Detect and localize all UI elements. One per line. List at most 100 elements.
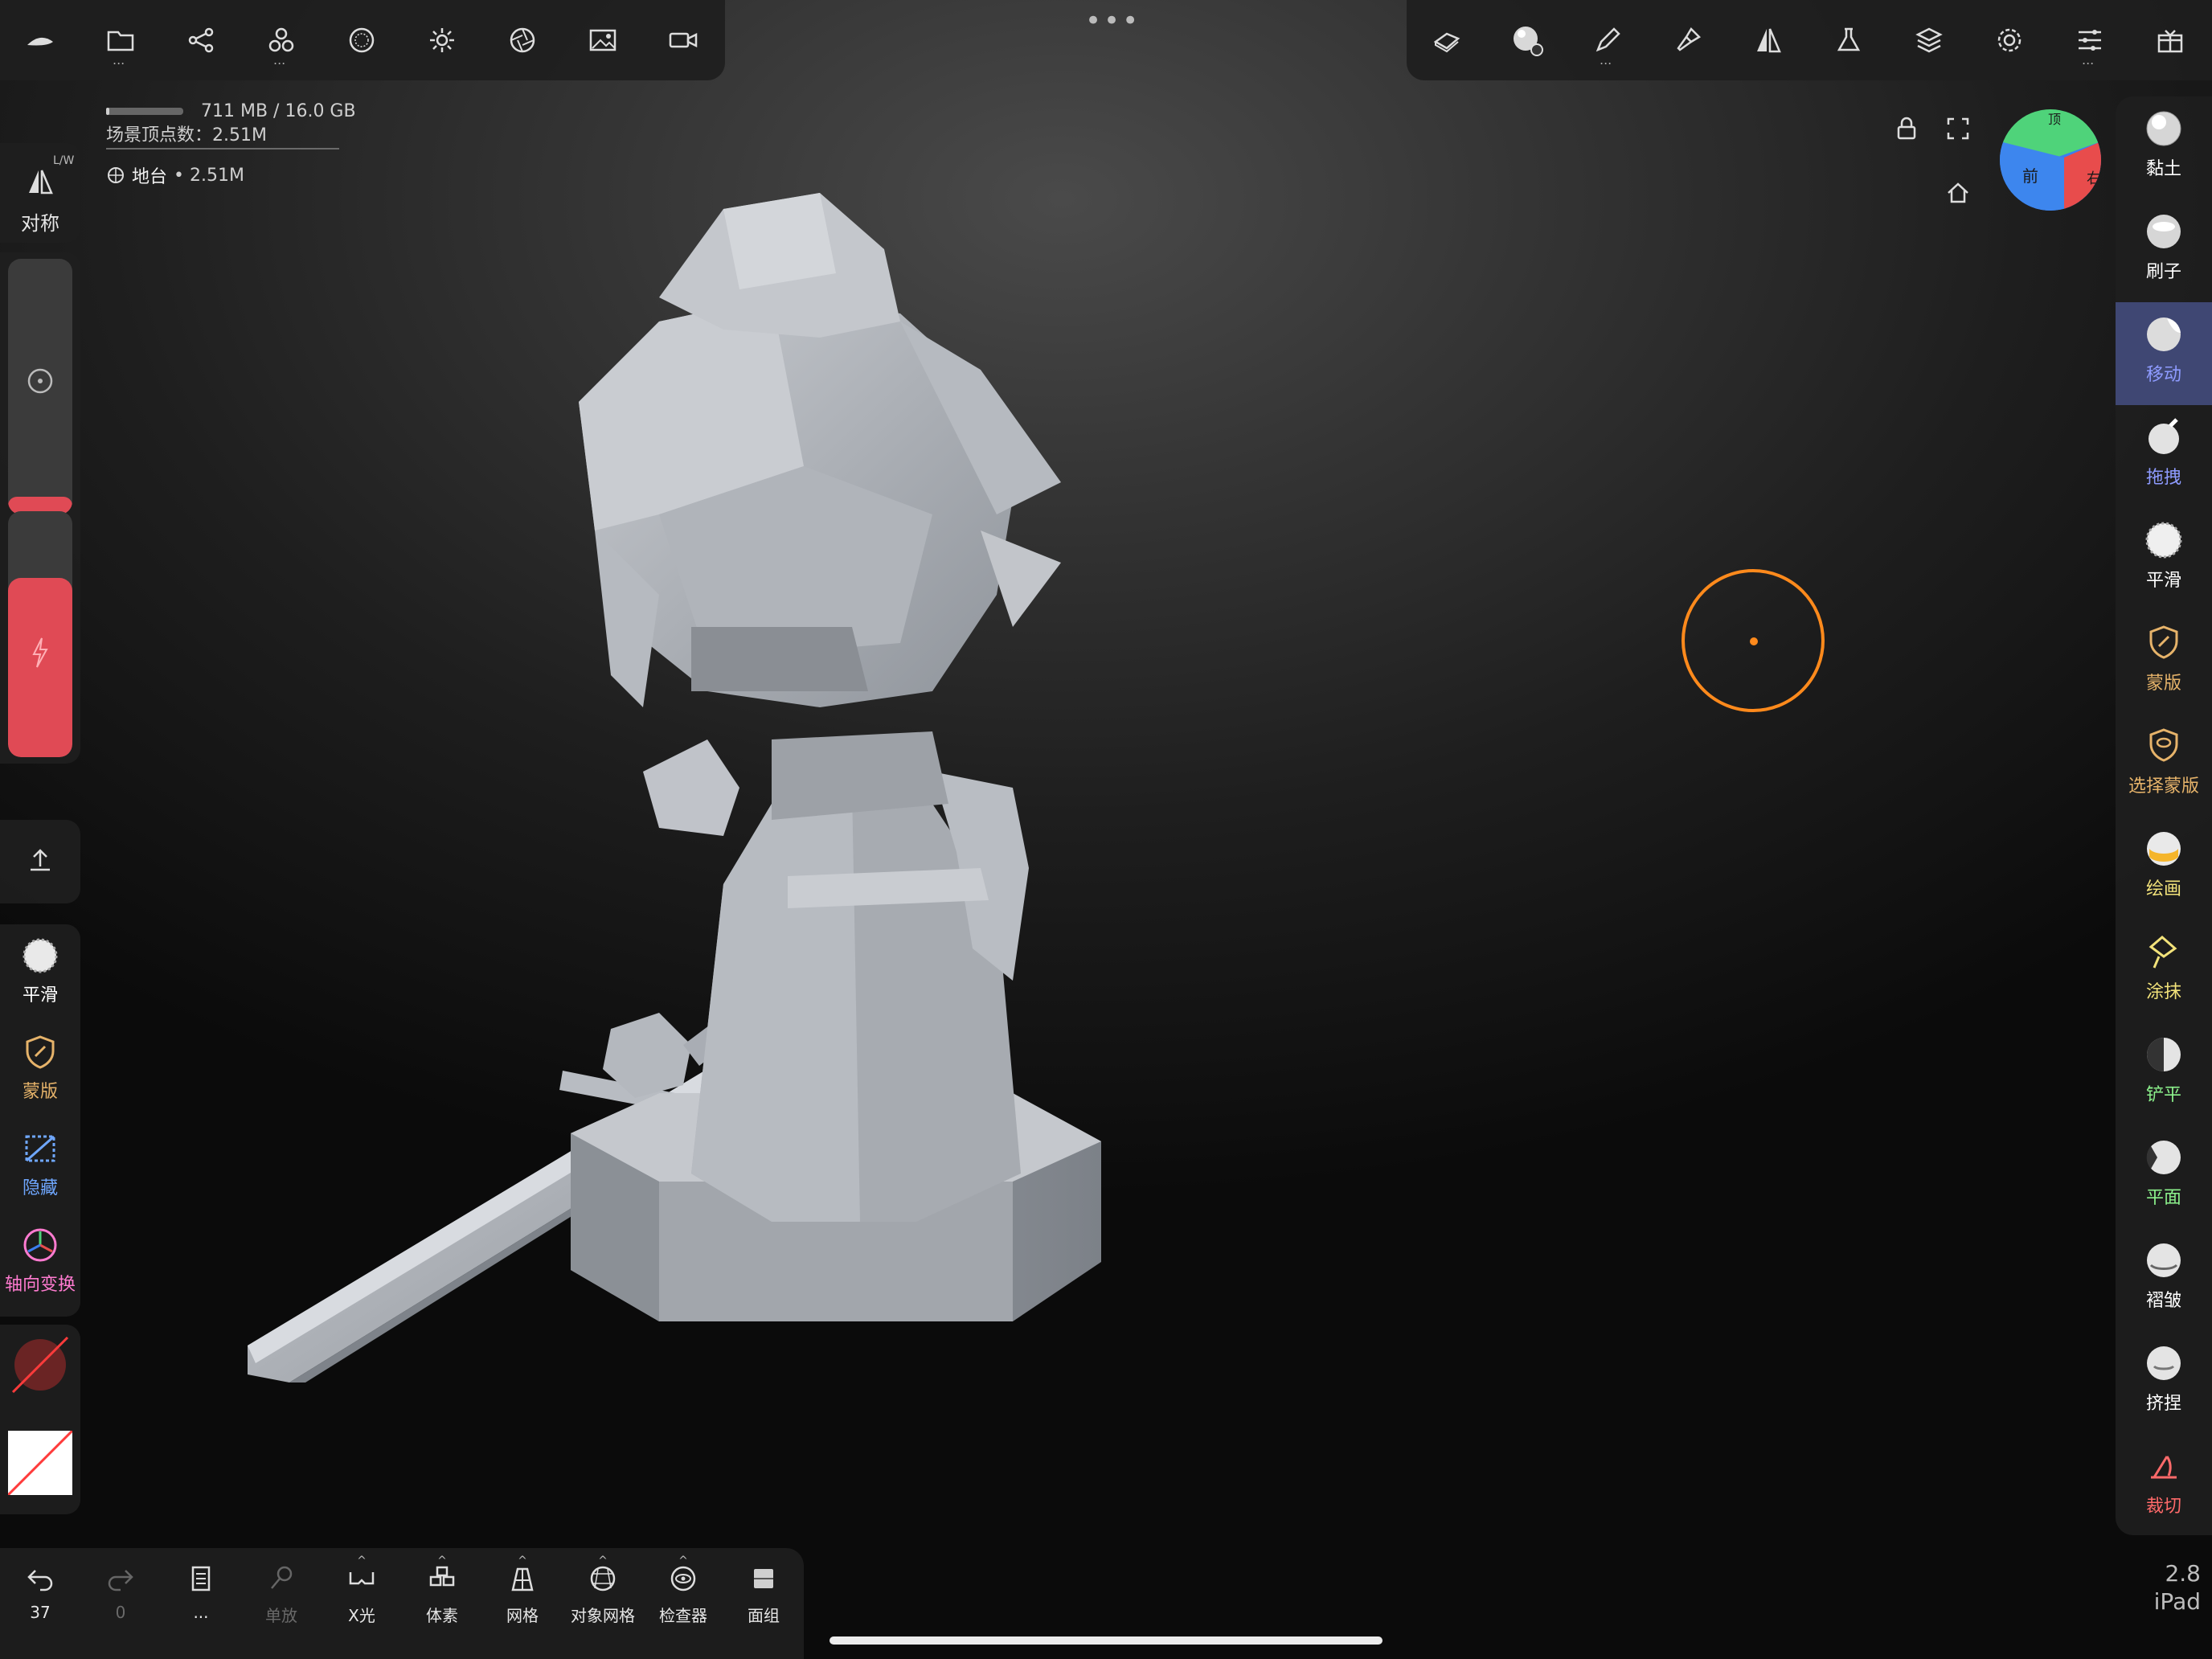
tool-label: 挤捏 xyxy=(2145,1394,2181,1414)
bottom-zoom-button[interactable]: 单放 xyxy=(241,1563,322,1651)
paint-button[interactable] xyxy=(1665,18,1710,63)
gizmo-top-label[interactable]: 顶 xyxy=(2048,112,2061,127)
brush-intensity-slider[interactable] xyxy=(8,511,72,757)
stroke-button[interactable]: ... xyxy=(1585,18,1630,68)
bottom-grid-button[interactable]: ^ 网格 xyxy=(482,1555,563,1651)
quick-smooth-tool[interactable]: 平滑 xyxy=(0,924,80,1021)
expand-indicator: ^ xyxy=(598,1555,608,1567)
mask-shield-icon xyxy=(20,1032,60,1072)
color-swatch[interactable] xyxy=(8,1431,72,1495)
tool-select-mask[interactable]: 选择蒙版 xyxy=(2116,714,2212,817)
material-swatch[interactable] xyxy=(10,1334,71,1395)
inspector-eye-icon xyxy=(667,1563,699,1595)
tool-clay-sphere[interactable]: 黏土 xyxy=(2116,96,2212,199)
tool-drag-sphere[interactable]: 拖拽 xyxy=(2116,405,2212,508)
home-indicator[interactable] xyxy=(830,1636,1382,1645)
scene-button[interactable] xyxy=(178,18,223,63)
top-right-toolbar: ... ... xyxy=(1407,0,2212,80)
scene-tree-icon xyxy=(185,24,217,56)
center-menu-button[interactable]: ••• xyxy=(1085,5,1141,37)
tool-label: 平面 xyxy=(2145,1188,2181,1208)
tool-mask-shield[interactable]: 蒙版 xyxy=(2116,611,2212,714)
scene-vertex-count: 场景顶点数：2.51M xyxy=(106,125,267,145)
expand-indicator: ^ xyxy=(437,1555,447,1567)
notes-icon xyxy=(185,1563,217,1595)
gizmo-right-label[interactable]: 右 xyxy=(2087,170,2101,187)
lab-flask-icon xyxy=(1833,24,1865,56)
tool-pinch-sphere[interactable]: 挤捏 xyxy=(2116,1331,2212,1434)
lock-camera-icon[interactable] xyxy=(1892,114,1921,143)
brush-radius-slider[interactable] xyxy=(8,259,72,514)
interface-button[interactable]: ... xyxy=(2067,18,2112,68)
background-button[interactable] xyxy=(580,18,625,63)
quick-hide-label: 隐藏 xyxy=(22,1178,58,1198)
symmetry-toggle[interactable]: L/W 对称 xyxy=(0,143,80,243)
gizmo-front-label[interactable]: 前 xyxy=(2022,166,2038,186)
nomad-logo-button[interactable] xyxy=(18,18,63,63)
tool-smooth-sphere[interactable]: 平滑 xyxy=(2116,508,2212,611)
orientation-gizmo[interactable]: 前 右 顶 xyxy=(2000,109,2101,211)
tool-planar-sphere[interactable]: 平面 xyxy=(2116,1125,2212,1228)
bottom-button-label: 0 xyxy=(115,1603,126,1622)
postprocess-button[interactable] xyxy=(500,18,545,63)
light-sun-icon xyxy=(426,24,458,56)
tool-smudge[interactable]: 涂抹 xyxy=(2116,920,2212,1022)
symmetry-button-top[interactable] xyxy=(1746,18,1791,63)
bottom-xray-glasses-button[interactable]: ^ X光 xyxy=(322,1555,402,1651)
bottom-redo-button[interactable]: 0 xyxy=(80,1563,161,1651)
lab-button[interactable] xyxy=(1826,18,1871,63)
bottom-object-wireframe-button[interactable]: ^ 对象网格 xyxy=(563,1555,643,1651)
select-mask-icon xyxy=(2143,725,2185,767)
expand-indicator: ^ xyxy=(678,1555,688,1567)
clay-sphere-icon xyxy=(2143,108,2185,150)
upload-tool-panel[interactable] xyxy=(0,820,80,903)
bottom-toolbar: 37 0... 单放 ^ X光 ^ 体素 ^ 网格 ^ 对象网格 ^ 检查器 面组 xyxy=(0,1548,804,1659)
stroke-more-indicator: ... xyxy=(1600,52,1612,68)
bottom-facegroup-button[interactable]: 面组 xyxy=(723,1563,804,1651)
files-button[interactable]: ... xyxy=(98,18,143,68)
crease-sphere-icon xyxy=(2143,1239,2185,1281)
bottom-inspector-eye-button[interactable]: ^ 检查器 xyxy=(643,1555,723,1651)
lighting-button[interactable] xyxy=(420,18,465,63)
memory-usage-fill xyxy=(106,108,110,115)
bottom-button-label: 面组 xyxy=(748,1606,780,1625)
material-button[interactable] xyxy=(339,18,384,63)
topology-button[interactable] xyxy=(1424,18,1469,63)
selected-object-row[interactable]: 地台 • 2.51M xyxy=(106,162,244,188)
tool-crease-sphere[interactable]: 褶皱 xyxy=(2116,1228,2212,1331)
fullscreen-icon[interactable] xyxy=(1944,114,1972,143)
quick-hide-tool[interactable]: 隐藏 xyxy=(0,1117,80,1214)
expand-indicator: ^ xyxy=(518,1555,527,1567)
voxel-icon xyxy=(426,1563,458,1595)
camera-button[interactable] xyxy=(661,18,706,63)
matcap-button[interactable] xyxy=(1505,18,1550,63)
bottom-voxel-button[interactable]: ^ 体素 xyxy=(402,1555,482,1651)
upload-arrow-icon xyxy=(24,844,56,876)
matcap-settings-icon xyxy=(1511,24,1543,56)
bottom-undo-button[interactable]: 37 xyxy=(0,1563,80,1651)
files-more-indicator: ... xyxy=(113,52,125,68)
quick-tools-panel: 平滑 蒙版 隐藏 轴向变换 xyxy=(0,924,80,1317)
gift-button[interactable] xyxy=(2148,18,2193,63)
quick-mask-tool[interactable]: 蒙版 xyxy=(0,1021,80,1117)
home-view-icon[interactable] xyxy=(1944,178,1972,207)
nomad-logo-icon xyxy=(24,24,56,56)
tool-move-sphere[interactable]: 移动 xyxy=(2116,302,2212,405)
layers-button[interactable] xyxy=(1907,18,1952,63)
symmetry-icon xyxy=(24,166,56,198)
tool-brush-sphere[interactable]: 刷子 xyxy=(2116,199,2212,302)
top-left-toolbar: ... ... xyxy=(0,0,725,80)
tool-flatten-sphere[interactable]: 铲平 xyxy=(2116,1022,2212,1125)
settings-button[interactable] xyxy=(1987,18,2032,63)
color-material-panel xyxy=(0,1325,80,1514)
undo-icon xyxy=(24,1563,56,1595)
tool-paint-sphere[interactable]: 绘画 xyxy=(2116,817,2212,920)
viewport-3d-scene[interactable] xyxy=(209,177,1575,1431)
memory-usage-bar xyxy=(106,108,183,115)
tool-trim[interactable]: 裁切 xyxy=(2116,1434,2212,1537)
bottom-notes-button[interactable]: ... xyxy=(161,1563,241,1651)
quick-gizmo-tool[interactable]: 轴向变换 xyxy=(0,1214,80,1310)
primitives-button[interactable]: ... xyxy=(259,18,304,68)
topology-icon xyxy=(1431,24,1463,56)
tool-label: 拖拽 xyxy=(2145,468,2181,488)
